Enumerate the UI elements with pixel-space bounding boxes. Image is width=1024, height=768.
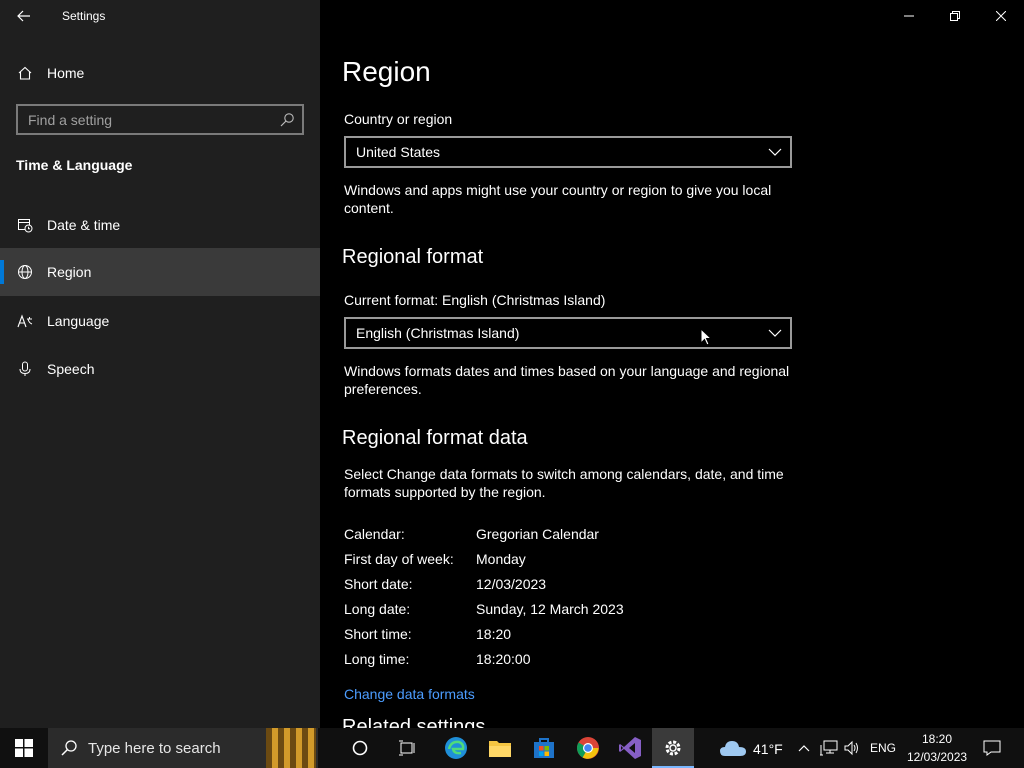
sidebar-item-label: Language (47, 313, 110, 329)
close-icon (996, 11, 1006, 21)
chrome-button[interactable] (566, 728, 610, 768)
back-button[interactable] (10, 4, 38, 28)
clock-time[interactable]: 18:20 (922, 732, 952, 746)
format-key: Long time: (344, 651, 410, 667)
regional-format-value: English (Christmas Island) (356, 325, 520, 341)
format-key: Short time: (344, 626, 412, 642)
related-settings-heading: Related settings (342, 716, 486, 728)
back-arrow-icon (17, 10, 30, 22)
format-key: Calendar: (344, 526, 405, 542)
calendar-clock-icon (17, 217, 33, 233)
search-icon[interactable] (279, 112, 295, 128)
format-data-heading: Regional format data (342, 427, 528, 449)
speaker-icon (844, 740, 858, 756)
format-value: Sunday, 12 March 2023 (476, 601, 624, 617)
chrome-icon (577, 737, 599, 759)
globe-icon (17, 264, 33, 280)
cloud-icon (720, 741, 746, 756)
visual-studio-icon (619, 737, 641, 759)
notification-icon (983, 740, 1001, 756)
volume-button[interactable] (841, 728, 863, 768)
country-label: Country or region (344, 111, 453, 127)
page-title: Region (342, 56, 431, 87)
sidebar-item-home[interactable]: Home (0, 56, 320, 90)
country-description: Windows and apps might use your country … (344, 182, 772, 216)
clock-date[interactable]: 12/03/2023 (907, 750, 967, 764)
sidebar-item-label: Region (47, 264, 92, 280)
format-key: Long date: (344, 601, 411, 617)
windows-logo-icon (15, 739, 33, 757)
chevron-down-icon (768, 148, 782, 156)
sidebar-item-speech[interactable]: Speech (0, 345, 320, 393)
taskbar: Type here to search 41°F ENG 18:20 12/03… (0, 728, 1024, 768)
main-content: Region Country or region United States W… (320, 0, 1024, 728)
sidebar-item-label: Speech (47, 361, 95, 377)
format-key: First day of week: (344, 551, 454, 567)
close-button[interactable] (978, 0, 1024, 32)
minimize-button[interactable] (886, 0, 932, 32)
format-value: Monday (476, 551, 526, 567)
chevron-down-icon (768, 329, 782, 337)
store-icon (534, 738, 554, 758)
store-button[interactable] (522, 728, 566, 768)
minimize-icon (904, 15, 914, 17)
settings-taskbar-button[interactable] (652, 728, 694, 768)
format-value: 18:20:00 (476, 651, 531, 667)
regional-format-heading: Regional format (342, 246, 484, 268)
restore-icon (950, 11, 960, 21)
gear-icon (665, 740, 681, 756)
network-button[interactable] (818, 728, 840, 768)
file-explorer-button[interactable] (478, 728, 522, 768)
chevron-up-icon (798, 745, 810, 752)
task-view-button[interactable] (386, 728, 430, 768)
current-format-label: Current format: English (Christmas Islan… (344, 292, 606, 308)
weather-button[interactable] (716, 728, 750, 768)
sidebar-item-date-time[interactable]: Date & time (0, 201, 320, 249)
country-dropdown[interactable]: United States (344, 136, 792, 168)
mouse-cursor-icon (700, 328, 712, 346)
home-icon (17, 65, 33, 81)
weather-temperature: 41°F (753, 741, 783, 757)
taskbar-search-box[interactable]: Type here to search (48, 728, 318, 768)
edge-button[interactable] (434, 728, 478, 768)
task-view-icon (399, 740, 415, 756)
country-value: United States (356, 144, 441, 160)
format-key: Short date: (344, 576, 413, 592)
network-icon (820, 740, 838, 756)
restore-button[interactable] (932, 0, 978, 32)
cortana-icon (352, 740, 368, 756)
input-language-indicator[interactable]: ENG (870, 741, 896, 755)
visual-studio-button[interactable] (608, 728, 652, 768)
microphone-icon (17, 361, 33, 377)
format-value: 12/03/2023 (476, 576, 547, 592)
format-value: Gregorian Calendar (476, 526, 599, 542)
cortana-button[interactable] (338, 728, 382, 768)
folder-icon (489, 741, 511, 757)
sidebar-item-region[interactable]: Region (0, 248, 320, 296)
language-icon (17, 313, 33, 329)
regional-format-dropdown[interactable]: English (Christmas Island) (344, 317, 792, 349)
section-heading: Time & Language (16, 157, 133, 173)
sidebar-item-label: Date & time (47, 217, 121, 233)
settings-search-input[interactable] (18, 111, 268, 128)
app-title: Settings (62, 9, 106, 23)
format-data-description: Select Change data formats to switch amo… (344, 466, 784, 500)
show-hidden-icons-button[interactable] (794, 728, 814, 768)
sidebar-item-label: Home (47, 65, 85, 81)
taskbar-search-placeholder: Type here to search (88, 739, 221, 757)
change-data-formats-link[interactable]: Change data formats (344, 686, 475, 702)
action-center-button[interactable] (978, 728, 1006, 768)
edge-icon (445, 737, 467, 759)
search-highlight-image (266, 728, 316, 768)
regional-format-description: Windows formats dates and times based on… (344, 363, 790, 397)
format-value: 18:20 (476, 626, 512, 642)
settings-search-box[interactable] (16, 104, 304, 135)
search-icon (61, 740, 77, 756)
sidebar-item-language[interactable]: Language (0, 297, 320, 345)
start-button[interactable] (0, 728, 48, 768)
sidebar: Settings Home Time & Language Date & tim… (0, 0, 320, 728)
